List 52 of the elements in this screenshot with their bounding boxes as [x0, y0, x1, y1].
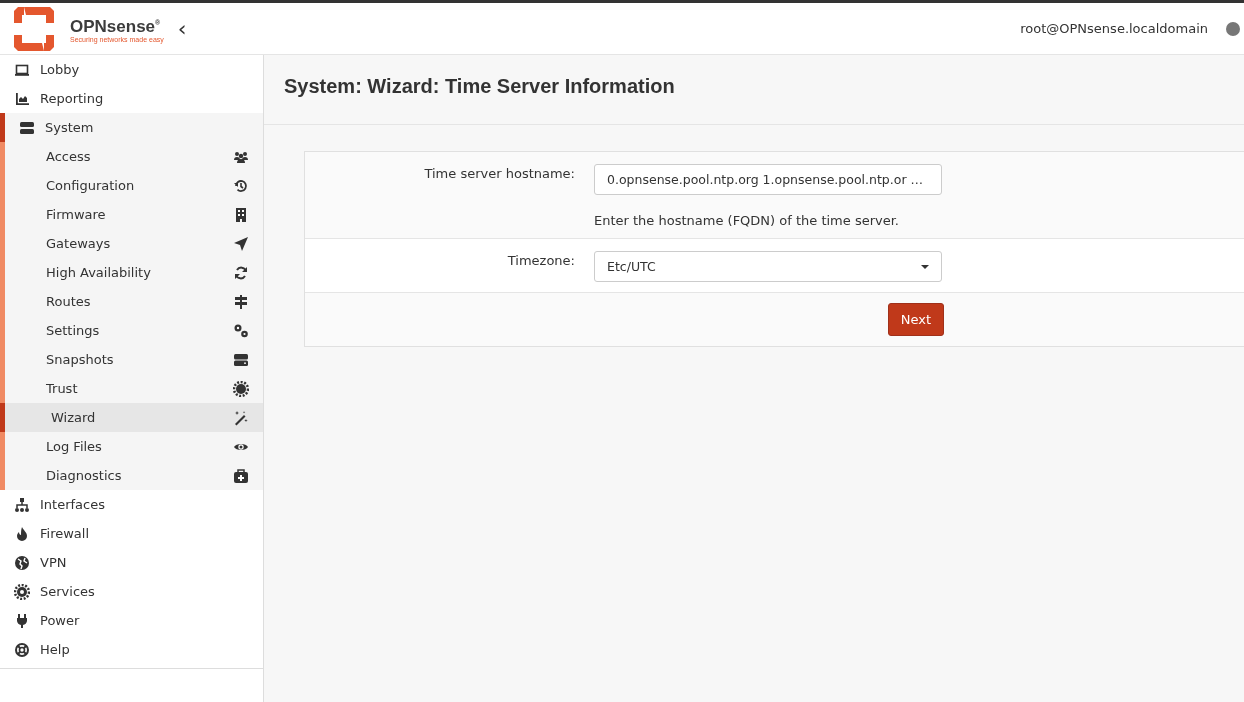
field-label: Time server hostname:: [423, 165, 575, 183]
submenu-item[interactable]: Configuration: [5, 171, 263, 200]
menu-item[interactable]: System: [0, 113, 263, 142]
submenu-item[interactable]: Gateways: [5, 229, 263, 258]
page-title: System: Wizard: Time Server Information: [264, 55, 1244, 125]
menu-item[interactable]: Services: [0, 577, 263, 606]
status-dot: [1226, 21, 1240, 36]
submenu-item[interactable]: Snapshots: [5, 345, 263, 374]
building-icon: [233, 206, 249, 223]
menu-item[interactable]: Help: [0, 635, 263, 664]
submenu-item[interactable]: Diagnostics: [5, 461, 263, 490]
wand-icon: [233, 409, 249, 426]
submenu-item[interactable]: Settings: [5, 316, 263, 345]
user-name[interactable]: root@OPNsense.localdomain: [1020, 21, 1208, 36]
plug-icon: [14, 612, 30, 629]
sync-icon: [233, 264, 249, 281]
submenu-item[interactable]: Access: [5, 142, 263, 171]
arrow-icon: [233, 235, 249, 252]
collapse-sidebar-button[interactable]: ‹: [173, 16, 191, 41]
hdd-icon: [233, 351, 249, 368]
brand-name: OPNsense$^{®}$: [70, 15, 162, 36]
help-text: Enter the hostname (FQDN) of the time server.: [594, 213, 900, 228]
server-icon: [19, 119, 35, 136]
timezone-select[interactable]: Etc/UTC: [594, 251, 942, 282]
menu-item[interactable]: Lobby: [0, 55, 263, 84]
submenu-item[interactable]: Firmware: [5, 200, 263, 229]
signs-icon: [233, 293, 249, 310]
field-label: Timezone:: [506, 252, 575, 270]
menu-item[interactable]: Reporting: [0, 84, 263, 113]
menu-item[interactable]: Interfaces: [0, 490, 263, 519]
cert-icon: [233, 380, 249, 397]
submenu-item[interactable]: High Availability: [5, 258, 263, 287]
submenu-item[interactable]: Trust: [5, 374, 263, 403]
next-button[interactable]: Next: [887, 303, 944, 336]
menu-item[interactable]: VPN: [0, 548, 263, 577]
submenu-item[interactable]: Routes: [5, 287, 263, 316]
menu-item[interactable]: Firewall: [0, 519, 263, 548]
globe-icon: [14, 554, 30, 571]
lifering-icon: [14, 641, 30, 658]
submenu-item[interactable]: Log Files: [5, 432, 263, 461]
chart-icon: [14, 90, 30, 107]
submenu-item[interactable]: Wizard: [0, 403, 263, 432]
hostname-field[interactable]: 0.opnsense.pool.ntp.org 1.opnsense.pool.ntp.or …: [594, 164, 942, 195]
sitemap-icon: [14, 496, 30, 513]
history-icon: [233, 177, 249, 194]
gear-icon: [14, 583, 30, 600]
caret-icon: [921, 264, 929, 269]
menu-item[interactable]: Power: [0, 606, 263, 635]
gears-icon: [233, 322, 249, 339]
fire-icon: [14, 525, 30, 542]
kit-icon: [233, 467, 249, 484]
logo-icon: [14, 4, 54, 53]
